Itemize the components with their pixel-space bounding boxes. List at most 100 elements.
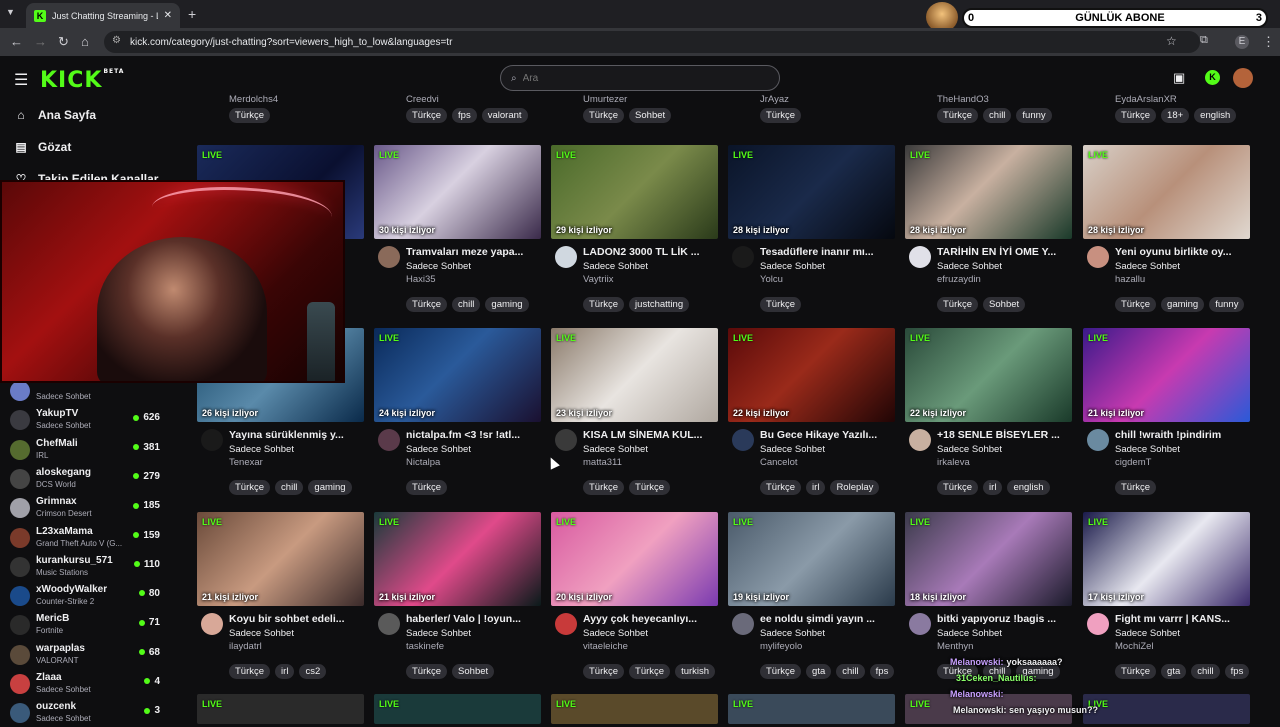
channel-name[interactable]: cigdemT (1115, 457, 1151, 468)
followed-channel[interactable]: ouzcenk Sadece Sohbet 3 (10, 699, 160, 727)
followed-channel[interactable]: MericB Fortnite 71 (10, 611, 160, 639)
stream-title[interactable]: TARİHİN EN İYİ OME Y... (937, 246, 1073, 258)
channel-name[interactable]: Haxi35 (406, 274, 436, 285)
stream-thumbnail[interactable]: LIVE 21 kişi izliyor (197, 512, 364, 606)
stream-title[interactable]: Tesadüflere inanır mı... (760, 246, 896, 258)
channel-name[interactable]: vitaeleiche (583, 641, 628, 652)
stream-title[interactable]: Yeni oyunu birlikte oy... (1115, 246, 1251, 258)
followed-channel[interactable]: xWoodyWalker Counter-Strike 2 80 (10, 582, 160, 610)
tag[interactable]: funny (1016, 108, 1052, 123)
channel-name[interactable]: TheHandO3 (937, 94, 989, 105)
stream-card[interactable]: LIVE 22 kişi izliyor Bu Gece Hikaye Yazılı… (728, 328, 896, 495)
stream-title[interactable]: Fight mı varrr | KANS... (1115, 613, 1251, 625)
channel-name[interactable]: hazallu (1115, 274, 1145, 285)
channel-name[interactable]: mylifeyolo (760, 641, 802, 652)
channel-name[interactable]: Umurtezer (583, 94, 627, 105)
stream-card[interactable]: LIVE 29 kişi izliyor LADON2 3000 TL LİK ..… (551, 145, 719, 312)
tag[interactable]: Türkçe (229, 108, 271, 123)
stream-title[interactable]: +18 SENLE BİSEYLER ... (937, 429, 1073, 441)
followed-channel[interactable]: Zlaaa Sadece Sohbet 4 (10, 670, 160, 698)
tag[interactable]: Sohbet (452, 664, 495, 679)
stream-category[interactable]: Sadece Sohbet (406, 444, 471, 455)
stream-card[interactable]: LIVE 28 kişi izliyor TARİHİN EN İYİ OME Y.… (905, 145, 1073, 312)
stream-card[interactable]: LIVE 28 kişi izliyor Tesadüflere inanır mı… (728, 145, 896, 312)
channel-name[interactable]: Yolcu (760, 274, 783, 285)
channel-avatar[interactable] (378, 613, 400, 635)
tag[interactable]: Türkçe (937, 480, 979, 495)
stream-title[interactable]: ee noldu şimdi yayın ... (760, 613, 896, 625)
channel-name[interactable]: Vaytriix (583, 274, 613, 285)
stream-title[interactable]: nictalpa.fm <3 !sr !atl... (406, 429, 542, 441)
tag[interactable]: Türkçe (1115, 108, 1157, 123)
tag[interactable]: chill (983, 108, 1012, 123)
kick-logo[interactable]: KICKBETA (40, 68, 124, 93)
stream-category[interactable]: Sadece Sohbet (1115, 261, 1180, 272)
channel-avatar[interactable] (732, 429, 754, 451)
site-info-icon[interactable]: ⚙ (112, 35, 121, 46)
stream-thumbnail[interactable]: LIVE 28 kişi izliyor (905, 145, 1072, 239)
tag[interactable]: gta (1161, 664, 1187, 679)
tag[interactable]: Türkçe (1115, 480, 1157, 495)
stream-category[interactable]: Sadece Sohbet (583, 628, 648, 639)
tag[interactable]: chill (836, 664, 865, 679)
channel-avatar[interactable] (1087, 613, 1109, 635)
tag[interactable]: Türkçe (1115, 664, 1157, 679)
stream-card[interactable]: LIVE 17 kişi izliyor Fight mı varrr | KANS… (1083, 512, 1251, 679)
channel-avatar[interactable] (909, 246, 931, 268)
tag[interactable]: Türkçe (760, 108, 802, 123)
channel-avatar[interactable] (201, 613, 223, 635)
channel-avatar[interactable] (555, 429, 577, 451)
tag[interactable]: Türkçe (1115, 297, 1157, 312)
stream-card[interactable]: LIVE 23 kişi izliyor KISA LM SİNEMA KUL...… (551, 328, 719, 495)
channel-name[interactable]: EydaArslanXR (1115, 94, 1177, 105)
tag[interactable]: Türkçe (406, 297, 448, 312)
stream-category[interactable]: Sadece Sohbet (229, 444, 294, 455)
channel-avatar[interactable] (1087, 246, 1109, 268)
tab-close-icon[interactable]: ✕ (164, 10, 172, 21)
reload-icon[interactable]: ↻ (58, 34, 69, 50)
stream-title[interactable]: Bu Gece Hikaye Yazılı... (760, 429, 896, 441)
channel-avatar[interactable] (201, 429, 223, 451)
tag[interactable]: Roleplay (830, 480, 880, 495)
stream-thumbnail[interactable]: LIVE 28 kişi izliyor (728, 145, 895, 239)
stream-category[interactable]: Sadece Sohbet (760, 444, 825, 455)
stream-card[interactable]: LIVE 21 kişi izliyor haberler/ Valo | !oyu… (374, 512, 542, 679)
tag[interactable]: fps (452, 108, 477, 123)
followed-channel[interactable]: warpaplas VALORANT 68 (10, 641, 160, 669)
tag[interactable]: Türkçe (229, 480, 271, 495)
stream-thumbnail[interactable]: LIVE 19 kişi izliyor (728, 512, 895, 606)
tag[interactable]: gaming (1161, 297, 1205, 312)
stream-thumbnail[interactable]: LIVE 18 kişi izliyor (905, 512, 1072, 606)
stream-thumbnail[interactable]: LIVE 21 kişi izliyor (1083, 328, 1250, 422)
stream-thumbnail[interactable]: LIVE 30 kişi izliyor (374, 145, 541, 239)
stream-title[interactable]: KISA LM SİNEMA KUL... (583, 429, 719, 441)
tag[interactable]: english (1007, 480, 1050, 495)
stream-thumbnail[interactable]: LIVE 21 kişi izliyor (374, 512, 541, 606)
stream-thumbnail[interactable]: LIVE 24 kişi izliyor (374, 328, 541, 422)
tag[interactable]: chill (275, 480, 304, 495)
back-icon[interactable]: ← (10, 34, 23, 49)
menu-hamburger-icon[interactable]: ☰ (14, 70, 28, 90)
stream-card[interactable]: LIVE 21 kişi izliyor Koyu bir sohbet edeli… (197, 512, 365, 679)
stream-thumbnail[interactable]: LIVE 23 kişi izliyor (551, 328, 718, 422)
tag[interactable]: Türkçe (629, 480, 671, 495)
channel-name[interactable]: JrAyaz (760, 94, 789, 105)
channel-avatar[interactable] (732, 613, 754, 635)
stream-category[interactable]: Sadece Sohbet (1115, 444, 1180, 455)
tag[interactable]: Türkçe (629, 664, 671, 679)
stream-category[interactable]: Sadece Sohbet (760, 628, 825, 639)
stream-card[interactable]: LIVE 21 kişi izliyor chill !wraith !pindir… (1083, 328, 1251, 495)
stream-card[interactable]: LIVE 30 kişi izliyor Tramvaları meze yapa.… (374, 145, 542, 312)
tab-list-chevron-icon[interactable]: ▼ (6, 7, 15, 17)
stream-title[interactable]: Yayına sürüklenmiş y... (229, 429, 365, 441)
stream-thumbnail[interactable]: LIVE 22 kişi izliyor (728, 328, 895, 422)
tag[interactable]: funny (1209, 297, 1245, 312)
tag[interactable]: Türkçe (406, 664, 448, 679)
stream-title[interactable]: chill !wraith !pindirim (1115, 429, 1251, 441)
tag[interactable]: Türkçe (760, 664, 802, 679)
channel-name[interactable]: Merdolchs4 (229, 94, 278, 105)
tag[interactable]: gaming (308, 480, 352, 495)
followed-channel[interactable]: Grimnax Crimson Desert 185 (10, 494, 160, 522)
tag[interactable]: Sohbet (983, 297, 1026, 312)
tag[interactable]: fps (869, 664, 895, 679)
